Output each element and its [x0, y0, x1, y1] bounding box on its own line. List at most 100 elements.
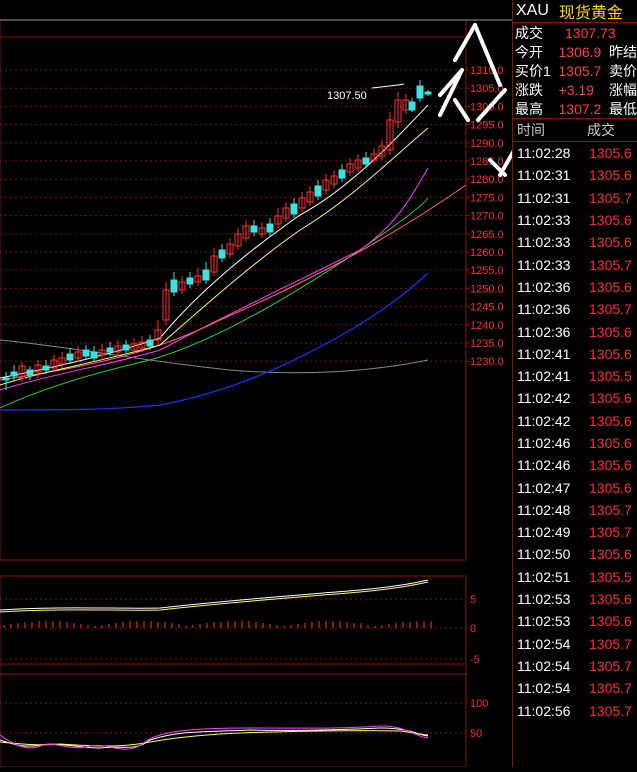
tick-row: 11:02:42 1305.6 — [513, 410, 637, 432]
ticks-header-time: 时间 — [517, 122, 545, 138]
tick-price: 1305.6 — [589, 390, 632, 407]
candle — [322, 174, 330, 194]
macd-axis-label: 0 — [470, 623, 476, 635]
tick-time: 11:02:42 — [517, 412, 571, 429]
kline-chart-area[interactable]: 1310.0 1305.0 1300.0 1295.0 1290.0 1285.0 1280… — [0, 0, 632, 768]
tick-row: 11:02:41 1305.6 — [513, 343, 637, 365]
tick-price: 1305.6 — [589, 167, 632, 184]
tick-time: 11:02:53 — [517, 613, 571, 630]
tick-row: 11:02:36 1305.6 — [513, 276, 637, 298]
tick-row: 11:02:36 1305.6 — [513, 320, 637, 342]
tick-price: 1305.7 — [589, 189, 632, 206]
candle — [274, 208, 282, 228]
kdj-d-line — [0, 730, 429, 747]
price-axis-label: 1255.0 — [470, 265, 504, 277]
candle — [98, 344, 106, 360]
tick-price: 1305.6 — [589, 323, 632, 340]
candle — [26, 366, 34, 380]
ma-blue-line — [0, 272, 429, 411]
price-axis-label: 1245.0 — [470, 302, 504, 314]
tick-time: 11:02:36 — [517, 301, 571, 318]
tick-price: 1305.5 — [589, 568, 632, 585]
candle — [162, 282, 170, 325]
tick-time: 11:02:54 — [517, 657, 571, 674]
candle — [424, 90, 432, 96]
tick-price: 1305.7 — [589, 680, 632, 697]
candle — [226, 238, 234, 258]
candle — [354, 154, 362, 172]
price-axis-label: 1270.0 — [470, 211, 504, 223]
price-axis-label: 1250.0 — [470, 283, 504, 295]
tick-time: 11:02:53 — [517, 591, 571, 608]
candle — [114, 340, 122, 356]
tick-price: 1305.7 — [589, 635, 632, 652]
ticks-header-price: 成交 — [587, 122, 615, 138]
tick-time: 11:02:48 — [517, 501, 571, 518]
tick-price: 1305.6 — [589, 591, 632, 608]
tick-price: 1305.7 — [589, 301, 632, 318]
candle — [338, 164, 346, 182]
kdj-axis-label: 100 — [470, 698, 488, 710]
tick-price: 1305.7 — [589, 256, 632, 273]
candle — [202, 262, 210, 284]
tick-price: 1305.7 — [589, 702, 632, 719]
ma-white-line — [0, 104, 429, 379]
quote-row: 成交 1307.73 — [515, 24, 616, 41]
candle — [290, 198, 298, 218]
quote-header: XAU 现货黄金 — [513, 0, 637, 23]
ticks-header: 时间 成交 — [513, 118, 637, 142]
tick-time: 11:02:50 — [517, 546, 571, 563]
candle — [170, 272, 178, 296]
tick-price: 1305.6 — [589, 145, 632, 162]
candle — [242, 220, 250, 242]
tick-time: 11:02:42 — [517, 390, 571, 407]
tick-row: 11:02:31 1305.7 — [513, 187, 637, 209]
candle — [258, 222, 266, 238]
tick-price: 1305.6 — [589, 234, 632, 251]
candle — [122, 340, 130, 354]
tick-time: 11:02:47 — [517, 479, 571, 496]
candle — [10, 365, 18, 382]
tick-row: 11:02:33 1305.7 — [513, 253, 637, 275]
candle — [74, 346, 82, 362]
tick-time: 11:02:41 — [517, 368, 571, 385]
tick-price: 1305.6 — [589, 412, 632, 429]
tick-price: 1305.5 — [589, 368, 632, 385]
tick-time: 11:02:36 — [517, 278, 571, 295]
tick-price: 1305.6 — [589, 457, 632, 474]
tick-time: 11:02:54 — [517, 680, 571, 697]
tick-time: 11:02:33 — [517, 234, 571, 251]
tick-price: 1305.6 — [589, 345, 632, 362]
tick-row: 11:02:48 1305.7 — [513, 499, 637, 521]
price-axis-label: 1295.0 — [470, 120, 504, 132]
tick-row: 11:02:41 1305.5 — [513, 365, 637, 387]
candle — [416, 80, 424, 102]
candle — [266, 218, 274, 236]
candle — [402, 94, 410, 114]
tick-time: 11:02:49 — [517, 524, 571, 541]
tick-price: 1305.6 — [589, 546, 632, 563]
tick-row: 11:02:33 1305.6 — [513, 231, 637, 253]
ma-green-line — [0, 197, 429, 409]
tick-row: 11:02:53 1305.6 — [513, 588, 637, 610]
quote-rows: 成交 1307.73 今开 1306.9 昨结 买价1 1305.7 卖价 涨跌 +3.19… — [513, 23, 637, 118]
tick-time: 11:02:41 — [517, 345, 571, 362]
candle — [178, 276, 186, 294]
ma-gray-line — [0, 339, 429, 374]
kdj-j-line — [0, 725, 429, 750]
candle — [394, 92, 402, 128]
tick-price: 1305.7 — [589, 524, 632, 541]
symbol-code: XAU — [516, 2, 549, 19]
quote-row: 今开 1306.9 昨结 — [515, 43, 637, 60]
candle — [408, 98, 416, 112]
candlestick-chart[interactable]: 1310.01305.01300.01295.01290.01285.01280… — [0, 0, 632, 768]
kdj-axis-label: 50 — [470, 728, 482, 740]
macd-histogram — [3, 621, 432, 628]
candle — [90, 346, 98, 362]
price-axis-label: 1265.0 — [470, 229, 504, 241]
quote-row: 买价1 1305.7 卖价 — [515, 62, 637, 79]
tick-row: 11:02:33 1305.6 — [513, 209, 637, 231]
tick-list[interactable]: 11:02:28 1305.6 11:02:31 1305.6 11:02:31 1305… — [513, 142, 637, 722]
price-axis-label: 1290.0 — [470, 138, 504, 150]
price-axis-label: 1235.0 — [470, 338, 504, 350]
